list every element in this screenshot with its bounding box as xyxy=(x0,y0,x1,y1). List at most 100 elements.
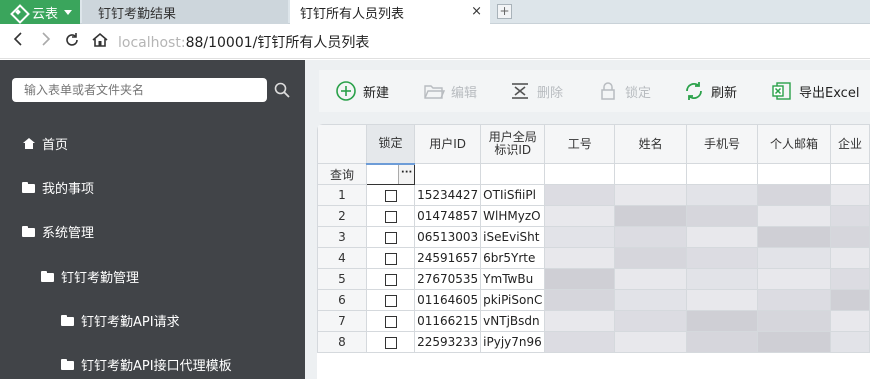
table-row[interactable]: 2 01474857 WlHMyzO xyxy=(317,205,870,227)
enterprise-cell[interactable] xyxy=(829,184,870,206)
enterprise-cell[interactable] xyxy=(829,310,870,332)
lock-checkbox[interactable] xyxy=(384,231,397,244)
user-id-cell[interactable]: 06513003 xyxy=(414,226,482,248)
name-cell[interactable] xyxy=(614,289,687,311)
union-id-cell[interactable]: 6br5Yrte xyxy=(480,247,546,269)
mobile-cell[interactable] xyxy=(685,205,758,227)
filter-input-mobile[interactable] xyxy=(685,163,758,185)
new-button[interactable]: 新建 xyxy=(335,70,389,112)
email-cell[interactable] xyxy=(756,205,831,227)
lock-button[interactable]: 锁定 xyxy=(597,70,651,112)
lock-checkbox-cell[interactable] xyxy=(365,226,416,248)
lock-checkbox[interactable] xyxy=(384,273,397,286)
user-id-cell[interactable]: 22593233 xyxy=(414,331,482,353)
filter-input-email[interactable] xyxy=(756,163,831,185)
email-cell[interactable] xyxy=(756,268,831,290)
union-id-cell[interactable]: YmTwBu xyxy=(480,268,546,290)
filter-input-union-id[interactable] xyxy=(480,163,546,185)
sidebar-item-attendance-admin[interactable]: 钉钉考勤管理 xyxy=(0,261,305,291)
sidebar-item-home[interactable]: 首页 xyxy=(0,128,305,158)
back-button[interactable] xyxy=(8,31,28,51)
enterprise-cell[interactable] xyxy=(829,289,870,311)
edit-button[interactable]: 编辑 xyxy=(423,70,477,112)
filter-input-lock[interactable]: ··· xyxy=(365,163,416,185)
lock-checkbox[interactable] xyxy=(384,189,397,202)
lock-checkbox-cell[interactable] xyxy=(365,289,416,311)
new-tab-button[interactable]: + xyxy=(497,4,512,19)
lock-checkbox-cell[interactable] xyxy=(365,184,416,206)
search-icon[interactable] xyxy=(274,82,290,98)
union-id-cell[interactable]: iSeEviSht xyxy=(480,226,546,248)
employee-no-cell[interactable] xyxy=(544,205,616,227)
column-header-mobile[interactable]: 手机号 xyxy=(685,124,758,164)
lock-checkbox-cell[interactable] xyxy=(365,268,416,290)
url-field[interactable]: localhost:88/10001/钉钉所有人员列表 xyxy=(118,32,369,52)
name-cell[interactable] xyxy=(614,331,687,353)
employee-no-cell[interactable] xyxy=(544,289,616,311)
reload-button[interactable] xyxy=(62,31,82,51)
union-id-cell[interactable]: iPyjy7n96 xyxy=(480,331,546,353)
employee-no-cell[interactable] xyxy=(544,226,616,248)
sidebar-item-system-admin[interactable]: 系统管理 xyxy=(0,216,305,246)
column-header-name[interactable]: 姓名 xyxy=(614,124,687,164)
name-cell[interactable] xyxy=(614,184,687,206)
lock-checkbox-cell[interactable] xyxy=(365,331,416,353)
mobile-cell[interactable] xyxy=(685,226,758,248)
home-button[interactable] xyxy=(90,31,110,51)
table-row[interactable]: 6 01164605 pkiPiSonC xyxy=(317,289,870,311)
enterprise-cell[interactable] xyxy=(829,331,870,353)
lock-checkbox[interactable] xyxy=(384,252,397,265)
union-id-cell[interactable]: vNTjBsdn xyxy=(480,310,546,332)
employee-no-cell[interactable] xyxy=(544,268,616,290)
employee-no-cell[interactable] xyxy=(544,247,616,269)
enterprise-cell[interactable] xyxy=(829,226,870,248)
email-cell[interactable] xyxy=(756,310,831,332)
delete-button[interactable]: 删除 xyxy=(509,70,563,112)
mobile-cell[interactable] xyxy=(685,310,758,332)
forward-button[interactable] xyxy=(36,31,56,51)
union-id-cell[interactable]: WlHMyzO xyxy=(480,205,546,227)
user-id-cell[interactable]: 01474857 xyxy=(414,205,482,227)
lock-checkbox[interactable] xyxy=(384,210,397,223)
mobile-cell[interactable] xyxy=(685,247,758,269)
employee-no-cell[interactable] xyxy=(544,184,616,206)
mobile-cell[interactable] xyxy=(685,289,758,311)
name-cell[interactable] xyxy=(614,310,687,332)
sidebar-item-attendance-api-request[interactable]: 钉钉考勤API请求 xyxy=(0,305,305,335)
union-id-cell[interactable]: pkiPiSonC xyxy=(480,289,546,311)
email-cell[interactable] xyxy=(756,184,831,206)
table-row[interactable]: 3 06513003 iSeEviSht xyxy=(317,226,870,248)
mobile-cell[interactable] xyxy=(685,184,758,206)
employee-no-cell[interactable] xyxy=(544,331,616,353)
tab-attendance-results[interactable]: 钉钉考勤结果 xyxy=(82,0,288,24)
user-id-cell[interactable]: 01164605 xyxy=(414,289,482,311)
filter-input-employee-no[interactable] xyxy=(544,163,616,185)
email-cell[interactable] xyxy=(756,331,831,353)
lock-checkbox[interactable] xyxy=(384,294,397,307)
sidebar-item-attendance-api-proxy-template[interactable]: 钉钉考勤API接口代理模板 xyxy=(0,349,305,379)
filter-input-name[interactable] xyxy=(614,163,687,185)
enterprise-cell[interactable] xyxy=(829,268,870,290)
tab-all-staff-list[interactable]: 钉钉所有人员列表 × xyxy=(290,0,490,25)
column-header-enterprise[interactable]: 企业 xyxy=(829,124,870,164)
filter-input-enterprise[interactable] xyxy=(829,163,870,185)
sidebar-item-my-tasks[interactable]: 我的事项 xyxy=(0,172,305,202)
table-row[interactable]: 4 24591657 6br5Yrte xyxy=(317,247,870,269)
mobile-cell[interactable] xyxy=(685,268,758,290)
enterprise-cell[interactable] xyxy=(829,247,870,269)
table-row[interactable]: 1 15234427 OTIiSfiiPl xyxy=(317,184,870,206)
close-icon[interactable]: × xyxy=(471,4,482,19)
export-excel-button[interactable]: 导出Excel xyxy=(771,70,859,112)
lock-checkbox-cell[interactable] xyxy=(365,310,416,332)
search-input[interactable] xyxy=(12,78,267,102)
email-cell[interactable] xyxy=(756,226,831,248)
name-cell[interactable] xyxy=(614,226,687,248)
user-id-cell[interactable]: 01166215 xyxy=(414,310,482,332)
user-id-cell[interactable]: 24591657 xyxy=(414,247,482,269)
column-header-employee-no[interactable]: 工号 xyxy=(544,124,616,164)
lock-checkbox[interactable] xyxy=(384,336,397,349)
email-cell[interactable] xyxy=(756,247,831,269)
table-row[interactable]: 5 27670535 YmTwBu xyxy=(317,268,870,290)
enterprise-cell[interactable] xyxy=(829,205,870,227)
user-id-cell[interactable]: 27670535 xyxy=(414,268,482,290)
